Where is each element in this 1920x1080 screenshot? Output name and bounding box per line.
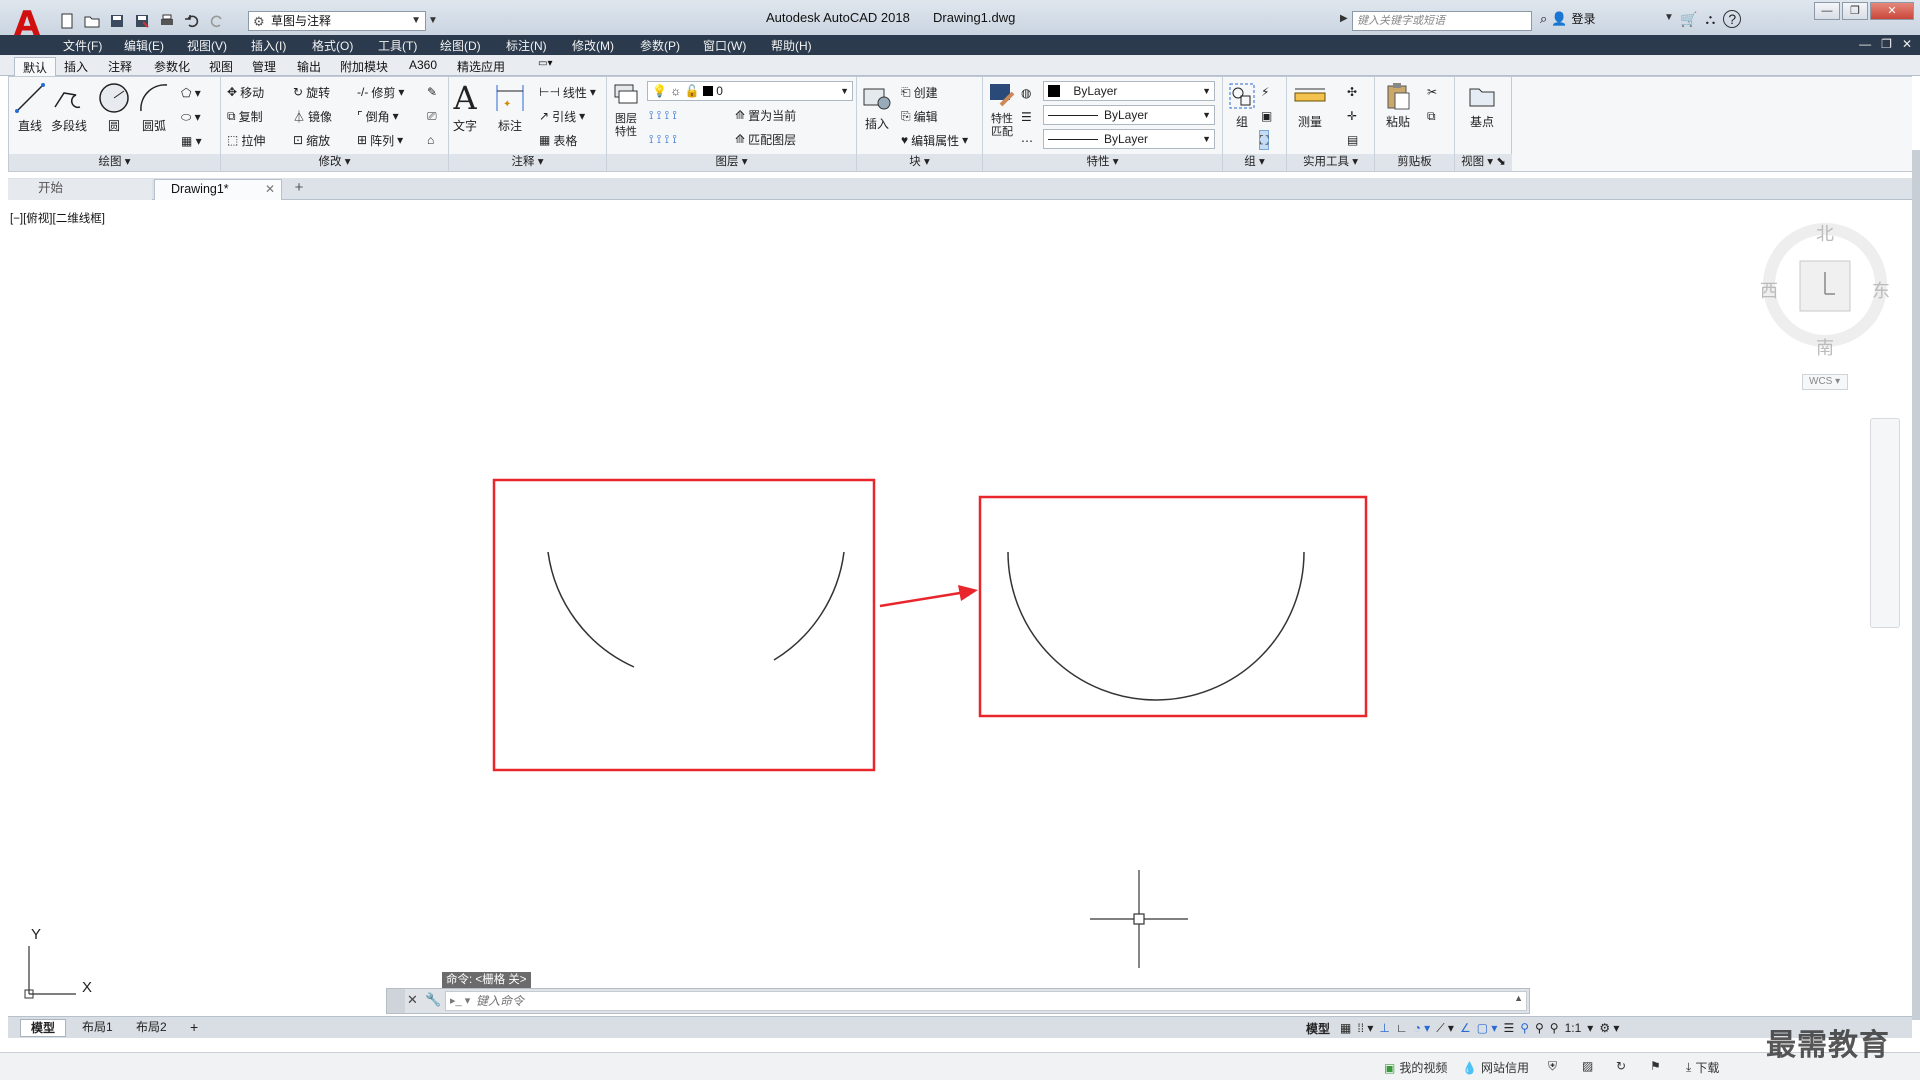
- add-layout-button[interactable]: +: [180, 1019, 208, 1037]
- viewcube-east[interactable]: 东: [1872, 277, 1890, 303]
- ucs-x-label: X: [82, 979, 93, 996]
- command-grip-handle[interactable]: [387, 989, 405, 1013]
- annotation-visibility-icon[interactable]: ⚲: [1520, 1021, 1529, 1035]
- isodraft-icon[interactable]: ⟋ ▾: [1436, 1021, 1454, 1036]
- layout-tab-2[interactable]: 布局2: [126, 1019, 177, 1037]
- workspace-gear-icon[interactable]: ⚙ ▾: [1599, 1021, 1619, 1035]
- water-drop-icon: 💧: [1462, 1060, 1477, 1075]
- crosshair-pickbox: [1133, 913, 1145, 925]
- wrench-icon[interactable]: 🔧: [425, 992, 441, 1008]
- arrow-head: [958, 585, 978, 601]
- download-icon: ⤓: [1686, 1060, 1692, 1074]
- viewcube-west[interactable]: 西: [1760, 277, 1778, 303]
- annotation-scale-value[interactable]: 1:1: [1565, 1021, 1582, 1035]
- joined-arc: [1007, 551, 1305, 701]
- chevron-up-icon[interactable]: ▲: [1514, 993, 1523, 1003]
- command-input[interactable]: [476, 993, 1516, 1009]
- arrow-line: [879, 591, 961, 608]
- navigation-bar[interactable]: [1870, 418, 1900, 628]
- command-line: ✕ 🔧 ▸_ ▾ ▲: [386, 988, 1530, 1014]
- command-input-box[interactable]: ▸_ ▾: [445, 991, 1527, 1011]
- video-icon: ▣: [1384, 1060, 1396, 1075]
- lineweight-toggle-icon[interactable]: ☰: [1503, 1021, 1514, 1035]
- viewcube-north[interactable]: 北: [1816, 220, 1834, 246]
- annotation-scale-icon[interactable]: ⚲: [1550, 1021, 1559, 1035]
- infer-constraints-icon[interactable]: ⊥: [1379, 1021, 1389, 1035]
- close-icon[interactable]: ✕: [407, 992, 418, 1008]
- status-bar-tools: 模型 ▦ ⁞⁞ ▾ ⊥ ∟ ◔ ▾ ⟋ ▾ ∠ ▢ ▾ ☰ ⚲ ⚲ ⚲ 1:1 …: [1306, 1018, 1619, 1038]
- right-edge-bar: [1912, 150, 1920, 1020]
- network-credit-button[interactable]: 💧 网站信用: [1462, 1059, 1529, 1076]
- grid-icon[interactable]: ▦: [1340, 1021, 1351, 1035]
- object-snap-tracking-icon[interactable]: ∠: [1460, 1021, 1471, 1035]
- refresh-icon[interactable]: ↻: [1616, 1059, 1626, 1073]
- snap-icon[interactable]: ⁞⁞ ▾: [1357, 1021, 1373, 1035]
- right-highlight-box: [978, 495, 1368, 718]
- left-arc-segment: [547, 551, 635, 668]
- bottom-toolbar: ▣ 我的视频 💧 网站信用 ⛨ ▨ ↻ ⚑ ⤓ 下载: [0, 1052, 1920, 1080]
- ortho-icon[interactable]: ∟: [1396, 1021, 1408, 1035]
- command-prompt-icon[interactable]: ▸_ ▾: [450, 994, 470, 1007]
- wcs-menu[interactable]: WCS ▾: [1802, 374, 1848, 390]
- my-video-button[interactable]: ▣ 我的视频: [1384, 1059, 1447, 1076]
- ucs-y-label: Y: [31, 926, 42, 943]
- shield-icon[interactable]: ⛨: [1548, 1059, 1557, 1074]
- left-highlight-box: [492, 478, 876, 772]
- image-icon[interactable]: ▨: [1582, 1059, 1593, 1073]
- speed-icon[interactable]: ⚑: [1650, 1059, 1661, 1073]
- right-arc-segment: [773, 551, 845, 661]
- watermark-logo: 最需教育: [1766, 1028, 1890, 1063]
- auto-scale-icon[interactable]: ⚲: [1535, 1021, 1544, 1035]
- viewcube-south[interactable]: 南: [1816, 334, 1834, 360]
- polar-icon[interactable]: ◔ ▾: [1414, 1021, 1431, 1035]
- download-button[interactable]: ⤓ 下载: [1686, 1059, 1719, 1076]
- layout-tab-model[interactable]: 模型: [20, 1019, 67, 1037]
- layout-tab-1[interactable]: 布局1: [72, 1019, 123, 1037]
- object-snap-icon[interactable]: ▢ ▾: [1477, 1021, 1498, 1035]
- chevron-down-icon[interactable]: ▾: [1587, 1021, 1593, 1035]
- command-history: 命令: <栅格 关>: [442, 972, 531, 988]
- model-space-toggle[interactable]: 模型: [1306, 1020, 1330, 1037]
- layout-tabs: 模型 布局1 布局2 +: [8, 1016, 1912, 1038]
- drawing-overlay: [24, 223, 1896, 999]
